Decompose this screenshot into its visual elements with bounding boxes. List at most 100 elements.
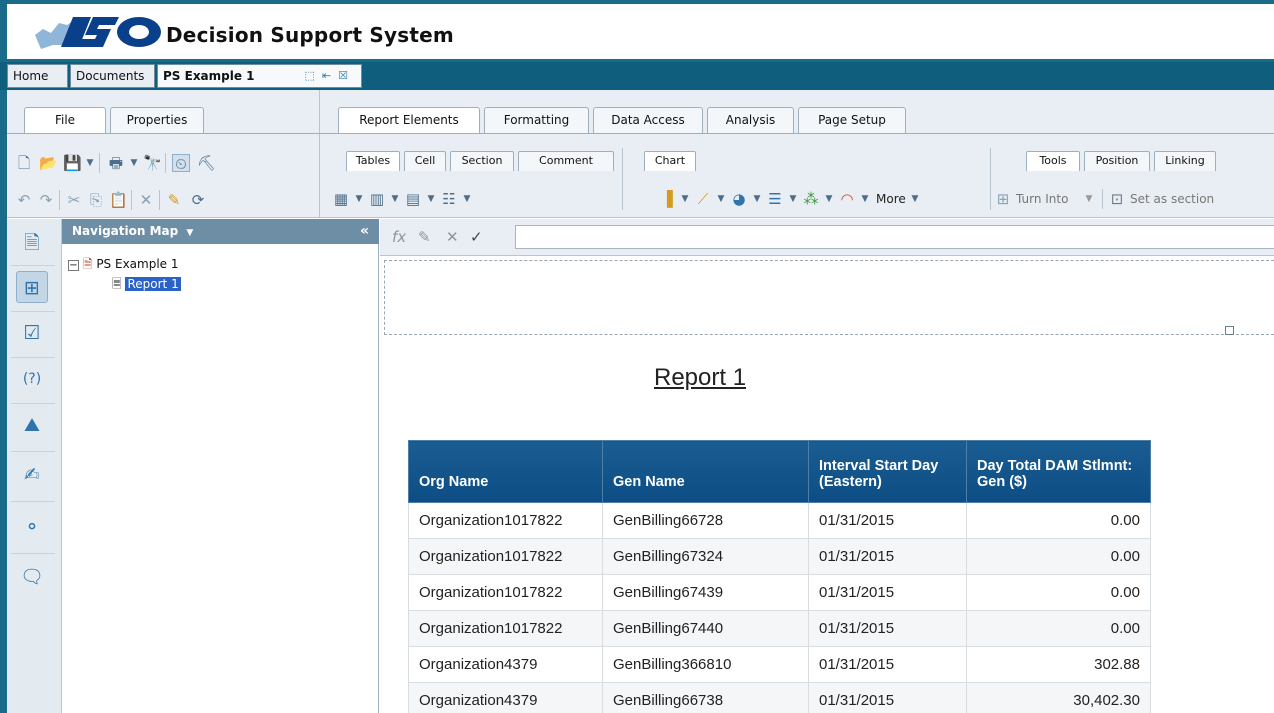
report-title[interactable]: Report 1 xyxy=(654,364,746,392)
column-header-gen-name[interactable]: Gen Name xyxy=(602,440,809,503)
tab-analysis[interactable]: Analysis xyxy=(707,107,794,133)
dropdown-icon[interactable]: ▼ xyxy=(906,190,924,208)
table-cell[interactable]: Organization1017822 xyxy=(408,610,603,647)
subtab-section[interactable]: Section xyxy=(450,151,514,171)
table-cell[interactable]: 01/31/2015 xyxy=(808,610,967,647)
table-cell[interactable]: Organization1017822 xyxy=(408,502,603,539)
input-controls-icon[interactable]: ☑ xyxy=(16,317,48,349)
table-cell[interactable]: 01/31/2015 xyxy=(808,502,967,539)
user-prompt-icon[interactable]: (?) xyxy=(16,363,48,395)
chevron-down-icon[interactable]: ▼ xyxy=(186,228,193,238)
turn-into-label[interactable]: Turn Into xyxy=(1016,190,1068,208)
dropdown-icon[interactable]: ▼ xyxy=(784,190,802,208)
tab-file[interactable]: File xyxy=(24,107,106,133)
save-dropdown-icon[interactable]: ▼ xyxy=(81,154,99,172)
dropdown-icon[interactable]: ▼ xyxy=(748,190,766,208)
more-charts-label[interactable]: More xyxy=(876,190,906,208)
track-changes-icon[interactable]: ⏲ xyxy=(172,154,190,173)
tab-action-icons[interactable]: ⬚⇤☒ xyxy=(305,65,355,87)
dropdown-icon[interactable]: ▼ xyxy=(386,190,404,208)
collapse-tree-icon[interactable]: − xyxy=(68,260,79,271)
vertical-table-icon[interactable]: ▦ xyxy=(332,190,350,208)
table-cell[interactable]: 01/31/2015 xyxy=(808,682,967,713)
edit-data-icon[interactable]: ✎ xyxy=(165,191,183,209)
table-cell[interactable]: GenBilling67439 xyxy=(602,574,809,611)
line-chart-icon[interactable]: ⟋ xyxy=(694,190,712,208)
navigation-map-header[interactable]: Navigation Map ▼ « xyxy=(62,219,379,244)
table-cell[interactable]: GenBilling67324 xyxy=(602,538,809,575)
redo-icon[interactable]: ↷ xyxy=(37,191,55,209)
table-cell[interactable]: 0.00 xyxy=(966,574,1151,611)
paste-icon[interactable]: 📋 xyxy=(109,191,128,209)
delete-icon[interactable]: ✕ xyxy=(137,191,155,209)
tab-formatting[interactable]: Formatting xyxy=(484,107,589,133)
column-header-interval-start[interactable]: Interval Start Day (Eastern) xyxy=(808,440,967,503)
table-cell[interactable]: 0.00 xyxy=(966,610,1151,647)
dropdown-icon[interactable]: ▼ xyxy=(458,190,476,208)
column-header-org-name[interactable]: Org Name xyxy=(408,440,603,503)
table-cell[interactable]: 01/31/2015 xyxy=(808,646,967,683)
dropdown-icon[interactable]: ▼ xyxy=(1080,190,1098,208)
form-table-icon[interactable]: ☷ xyxy=(440,190,458,208)
variable-editor-icon[interactable]: ✎ xyxy=(418,228,431,246)
dropdown-icon[interactable]: ▼ xyxy=(422,190,440,208)
table-cell[interactable]: GenBilling66728 xyxy=(602,502,809,539)
dropdown-icon[interactable]: ▼ xyxy=(712,190,730,208)
find-icon[interactable]: 🔭 xyxy=(143,154,162,172)
subtab-position[interactable]: Position xyxy=(1084,151,1150,171)
tab-documents[interactable]: Documents xyxy=(70,64,155,88)
undo-icon[interactable]: ↶ xyxy=(15,191,33,209)
crosstab-icon[interactable]: ▤ xyxy=(404,190,422,208)
tree-node-document[interactable]: − 🗎 PS Example 1 xyxy=(68,256,179,272)
formula-input[interactable] xyxy=(515,225,1274,249)
tab-ps-example-1[interactable]: PS Example 1 ⬚⇤☒ xyxy=(157,64,362,88)
tab-properties[interactable]: Properties xyxy=(110,107,204,133)
print-icon[interactable]: 🖶 xyxy=(107,154,125,172)
table-cell[interactable]: Organization4379 xyxy=(408,646,603,683)
table-cell[interactable]: GenBilling67440 xyxy=(602,610,809,647)
subtab-chart[interactable]: Chart xyxy=(644,151,696,171)
table-cell[interactable]: GenBilling66738 xyxy=(602,682,809,713)
drill-icon[interactable]: ⛏ xyxy=(197,154,216,172)
navigation-map-icon[interactable]: ⊞ xyxy=(16,271,48,303)
share-icon[interactable]: ⚬ xyxy=(16,511,48,543)
refresh-icon[interactable]: ⟳ xyxy=(189,191,207,209)
table-cell[interactable]: Organization1017822 xyxy=(408,574,603,611)
table-cell[interactable]: 0.00 xyxy=(966,502,1151,539)
map-chart-icon[interactable]: ⁂ xyxy=(802,190,820,208)
save-icon[interactable]: 💾 xyxy=(63,154,82,172)
collapse-panel-icon[interactable]: « xyxy=(360,219,369,243)
set-as-section-icon[interactable]: ⊡ xyxy=(1108,190,1126,208)
formula-icon[interactable]: fx xyxy=(392,228,406,246)
document-summary-icon[interactable]: 🗎 xyxy=(16,227,48,259)
subtab-comment[interactable]: Comment xyxy=(518,151,614,171)
bar-chart-icon[interactable]: ▐ xyxy=(658,190,676,208)
page-header-zone[interactable] xyxy=(384,260,1274,335)
horizontal-table-icon[interactable]: ▥ xyxy=(368,190,386,208)
edit-report-icon[interactable]: ✍ xyxy=(16,459,48,491)
new-document-icon[interactable]: 🗋 xyxy=(15,154,33,172)
subtab-tools[interactable]: Tools xyxy=(1026,151,1080,171)
table-cell[interactable]: 01/31/2015 xyxy=(808,574,967,611)
cut-icon[interactable]: ✂ xyxy=(65,191,83,209)
cancel-formula-icon[interactable]: ✕ xyxy=(446,228,459,246)
table-cell[interactable]: GenBilling366810 xyxy=(602,646,809,683)
validate-formula-icon[interactable]: ✓ xyxy=(470,228,483,246)
subtab-cell[interactable]: Cell xyxy=(404,151,446,171)
tab-data-access[interactable]: Data Access xyxy=(593,107,703,133)
comments-icon[interactable]: 🗨 xyxy=(16,561,48,593)
dropdown-icon[interactable]: ▼ xyxy=(350,190,368,208)
dropdown-icon[interactable]: ▼ xyxy=(820,190,838,208)
print-dropdown-icon[interactable]: ▼ xyxy=(125,154,143,172)
copy-icon[interactable]: ⎘ xyxy=(87,191,105,209)
tab-home[interactable]: Home xyxy=(7,64,68,88)
column-header-day-total[interactable]: Day Total DAM Stlmnt: Gen ($) xyxy=(966,440,1151,503)
table-cell[interactable]: Organization1017822 xyxy=(408,538,603,575)
tree-node-report[interactable]: 🗏 Report 1 xyxy=(112,276,181,292)
horizontal-bar-chart-icon[interactable]: ☰ xyxy=(766,190,784,208)
table-cell[interactable]: 302.88 xyxy=(966,646,1151,683)
tab-page-setup[interactable]: Page Setup xyxy=(798,107,906,133)
table-cell[interactable]: 30,402.30 xyxy=(966,682,1151,713)
resize-handle[interactable] xyxy=(1225,326,1234,335)
table-cell[interactable]: 01/31/2015 xyxy=(808,538,967,575)
